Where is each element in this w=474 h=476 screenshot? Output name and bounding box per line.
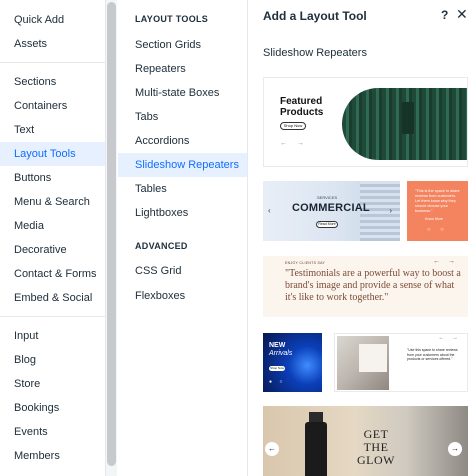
thumb-title: GET THE GLOW xyxy=(357,427,395,467)
slideshow-testimonials-thumb[interactable]: ENJOY CLIENTS SAY ← → "Testimonials are … xyxy=(263,256,468,317)
tool-section-grids[interactable]: Section Grids xyxy=(118,33,247,57)
thumb-arrows: ← → xyxy=(438,335,461,341)
tool-lightboxes[interactable]: Lightboxes xyxy=(118,201,247,225)
thumb-quote-text: "This is the space to share reviews from… xyxy=(415,189,460,213)
tool-css-grid[interactable]: CSS Grid xyxy=(118,259,247,283)
slideshow-featured-products-thumb[interactable]: Featured Products Shop Now ← → xyxy=(263,77,468,167)
category-decorative[interactable]: Decorative xyxy=(0,238,105,262)
thumb-title: NEW Arrivals xyxy=(269,342,292,358)
category-input[interactable]: Input xyxy=(0,324,105,348)
category-divider xyxy=(0,62,105,63)
thumb-button: Know More xyxy=(425,217,443,221)
tool-flexboxes[interactable]: Flexboxes xyxy=(118,284,247,308)
help-icon[interactable]: ? xyxy=(441,8,448,22)
category-quick-add[interactable]: Quick Add xyxy=(0,8,105,32)
thumb-button: Shop Now xyxy=(269,366,285,371)
category-embed-social[interactable]: Embed & Social xyxy=(0,286,105,310)
advanced-heading: ADVANCED xyxy=(135,241,188,251)
panel-title: Add a Layout Tool xyxy=(263,9,367,23)
thumb-arrows: ← → xyxy=(433,258,458,265)
thumb-subtitle: SERVICES xyxy=(317,195,338,200)
category-menu-search[interactable]: Menu & Search xyxy=(0,190,105,214)
category-containers[interactable]: Containers xyxy=(0,94,105,118)
slideshow-new-arrivals-thumb[interactable]: NEW Arrivals Shop Now ● ○ xyxy=(263,333,322,392)
thumb-button: Read More xyxy=(316,221,338,228)
thumb-label: ENJOY CLIENTS SAY xyxy=(285,261,326,265)
thumb-photo-card xyxy=(359,344,387,372)
category-sections[interactable]: Sections xyxy=(0,70,105,94)
category-members[interactable]: Members xyxy=(0,444,105,468)
tool-accordions[interactable]: Accordions xyxy=(118,129,247,153)
slideshow-orange-quote-thumb[interactable]: "This is the space to share reviews from… xyxy=(407,181,468,241)
tool-repeaters[interactable]: Repeaters xyxy=(118,57,247,81)
tool-slideshow-repeaters[interactable]: Slideshow Repeaters xyxy=(118,153,247,177)
thumb-title: COMMERCIAL xyxy=(292,202,370,214)
category-assets[interactable]: Assets xyxy=(0,32,105,56)
category-store[interactable]: Store xyxy=(0,372,105,396)
layout-tools-heading: LAYOUT TOOLS xyxy=(135,14,209,24)
category-contact-forms[interactable]: Contact & Forms xyxy=(0,262,105,286)
thumb-quote-text: "Testimonials are a powerful way to boos… xyxy=(285,268,461,303)
category-layout-tools[interactable]: Layout Tools xyxy=(0,142,105,166)
tool-tabs[interactable]: Tabs xyxy=(118,105,247,129)
thumb-title: Featured Products xyxy=(280,96,324,118)
close-icon[interactable]: ✕ xyxy=(456,6,468,23)
thumb-title-line-1: NEW xyxy=(269,342,286,349)
category-events[interactable]: Events xyxy=(0,420,105,444)
thumb-bottle-shape xyxy=(402,102,414,134)
category-text[interactable]: Text xyxy=(0,118,105,142)
thumb-title-line-2: Arrivals xyxy=(269,350,293,357)
category-scrollbar-thumb[interactable] xyxy=(107,2,116,466)
category-list: Quick Add Assets Sections Containers Tex… xyxy=(0,0,105,476)
thumb-dots: ● ○ xyxy=(269,379,286,385)
slideshow-get-the-glow-thumb[interactable]: GET THE GLOW ← → xyxy=(263,406,468,476)
slideshow-commercial-thumb[interactable]: SERVICES COMMERCIAL Read More ‹ › xyxy=(263,181,400,241)
chevron-right-icon: › xyxy=(389,206,392,215)
thumb-quote-text: "Use this space to share reviews from yo… xyxy=(407,348,458,361)
category-divider xyxy=(0,316,105,317)
thumb-bottle-shape xyxy=(305,422,327,476)
tool-multi-state-boxes[interactable]: Multi-state Boxes xyxy=(118,81,247,105)
thumb-dots: ○ ○ xyxy=(427,227,448,233)
arrow-right-icon: → xyxy=(448,442,462,456)
section-title: Slideshow Repeaters xyxy=(263,47,367,59)
thumb-button: Shop Now xyxy=(280,122,306,130)
thumb-arrows: ← → xyxy=(280,140,308,147)
slideshow-quote-card-thumb[interactable]: ← → "Use this space to share reviews fro… xyxy=(334,333,468,392)
category-media[interactable]: Media xyxy=(0,214,105,238)
category-bookings[interactable]: Bookings xyxy=(0,396,105,420)
arrow-left-icon: ← xyxy=(265,442,279,456)
category-blog[interactable]: Blog xyxy=(0,348,105,372)
chevron-left-icon: ‹ xyxy=(268,206,271,215)
tool-tables[interactable]: Tables xyxy=(118,177,247,201)
category-buttons[interactable]: Buttons xyxy=(0,166,105,190)
